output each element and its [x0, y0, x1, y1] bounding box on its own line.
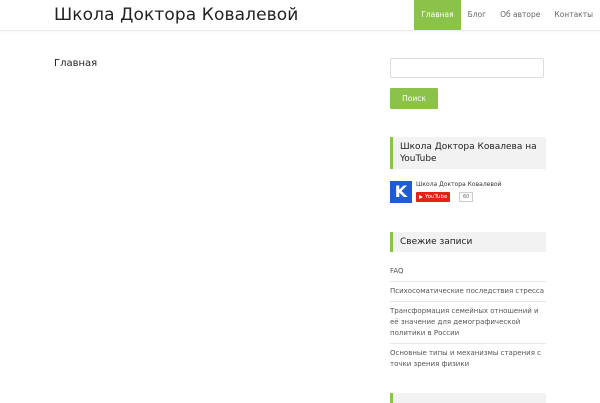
youtube-play-icon [419, 195, 423, 199]
nav-item-about[interactable]: Об авторе [493, 0, 547, 30]
channel-logo[interactable]: K [390, 181, 412, 203]
nav-item-home[interactable]: Главная [414, 0, 461, 30]
search-button[interactable]: Поиск [390, 88, 438, 109]
channel-name[interactable]: Школа Доктора Ковалевой [416, 181, 501, 188]
site-title[interactable]: Школа Доктора Ковалевой [54, 4, 298, 26]
subscriber-count: 60 [459, 192, 474, 202]
youtube-widget-title: Школа Доктора Ковалева на YouTube [390, 137, 546, 169]
search-input[interactable] [390, 58, 544, 78]
post-link-stress[interactable]: Психосоматические последствия стресса [390, 282, 546, 302]
page-title: Главная [54, 58, 98, 69]
recent-posts-title: Свежие записи [390, 232, 546, 252]
recent-posts-list: FAQ Психосоматические последствия стресс… [390, 262, 546, 374]
nav-item-blog[interactable]: Блог [461, 0, 493, 30]
youtube-subscribe-button[interactable]: YouTube [416, 192, 451, 202]
next-widget-title [390, 393, 546, 403]
subscribe-label: YouTube [425, 194, 448, 200]
main-nav: Главная Блог Об авторе Контакты [414, 0, 600, 30]
nav-item-contacts[interactable]: Контакты [547, 0, 600, 30]
site-header: Школа Доктора Ковалевой Главная Блог Об … [0, 0, 600, 31]
post-link-faq[interactable]: FAQ [390, 262, 546, 282]
post-link-family[interactable]: Трансформация семейных отношений и её зн… [390, 302, 546, 344]
post-link-aging[interactable]: Основные типы и механизмы старения с точ… [390, 344, 546, 374]
